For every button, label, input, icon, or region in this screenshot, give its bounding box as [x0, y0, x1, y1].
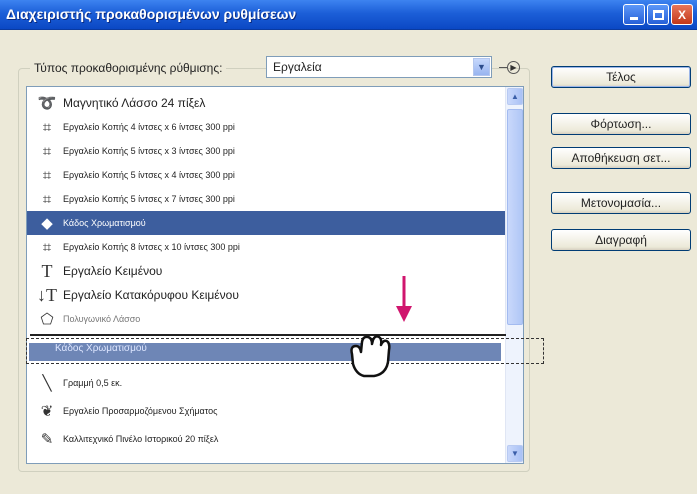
window-title: Διαχειριστής προκαθορισμένων ρυθμίσεων — [6, 6, 297, 22]
list-item[interactable]: ↓T Εργαλείο Κατακόρυφου Κειμένου — [27, 283, 505, 307]
drop-arrow-icon — [396, 276, 412, 322]
list-item-label: Εργαλείο Κατακόρυφου Κειμένου — [63, 288, 239, 302]
list-item[interactable]: ✎ Καλλιτεχνικό Πινέλο Ιστορικού 20 πίξελ — [27, 427, 505, 451]
art-history-brush-icon: ✎ — [40, 431, 54, 448]
list-item-label: Εργαλείο Κειμένου — [63, 264, 163, 278]
list-item-label: Εργαλείο Κοπής 4 ίντσες x 6 ίντσες 300 p… — [63, 122, 235, 132]
save-set-button[interactable]: Αποθήκευση σετ... — [551, 147, 691, 169]
list-item-label: Εργαλείο Κοπής 5 ίντσες x 7 ίντσες 300 p… — [63, 194, 235, 204]
list-item-label: Κάδος Χρωματισμού — [63, 218, 146, 228]
flyout-arrow-icon: ▶ — [507, 60, 520, 74]
magnetic-lasso-icon: ➰ — [37, 95, 57, 112]
crop-icon: ⌗ — [42, 118, 52, 136]
type-icon: T — [41, 260, 53, 281]
grab-hand-icon — [350, 335, 391, 378]
list-scrollbar[interactable]: ▲ ▼ — [505, 87, 523, 463]
list-item-label: Γραμμή 0,5 εκ. — [63, 378, 123, 388]
load-button[interactable]: Φόρτωση... — [551, 113, 691, 135]
list-item[interactable]: ➰ Μαγνητικό Λάσσο 24 πίξελ — [27, 91, 505, 115]
list-item[interactable]: ⌗ Εργαλείο Κοπής 4 ίντσες x 6 ίντσες 300… — [27, 115, 505, 139]
list-item[interactable]: ❦ Εργαλείο Προσαρμοζόμενου Σχήματος — [27, 399, 505, 423]
maximize-icon — [652, 9, 664, 20]
rename-button[interactable]: Μετονομασία... — [551, 192, 691, 214]
preset-type-select[interactable]: Εργαλεία ▼ — [266, 56, 492, 78]
maximize-button[interactable] — [647, 4, 669, 25]
list-item-label: Μαγνητικό Λάσσο 24 πίξελ — [63, 96, 206, 110]
flyout-line — [499, 66, 507, 68]
crop-icon: ⌗ — [42, 166, 52, 184]
list-item-selected[interactable]: ◆ Κάδος Χρωματισμού — [27, 211, 505, 235]
crop-icon: ⌗ — [42, 238, 52, 256]
delete-button[interactable]: Διαγραφή — [551, 229, 691, 251]
paint-bucket-icon: ◆ — [41, 215, 53, 232]
vertical-type-icon: ↓T — [37, 284, 57, 305]
minimize-button[interactable] — [623, 4, 645, 25]
preset-type-value: Εργαλεία — [273, 60, 322, 74]
minimize-icon — [630, 17, 638, 20]
list-item[interactable]: ⌗ Εργαλείο Κοπής 5 ίντσες x 4 ίντσες 300… — [27, 163, 505, 187]
title-bar[interactable]: Διαχειριστής προκαθορισμένων ρυθμίσεων X — [0, 0, 697, 30]
chevron-down-icon[interactable]: ▼ — [473, 58, 490, 76]
list-item[interactable]: ⌗ Εργαλείο Κοπής 5 ίντσες x 3 ίντσες 300… — [27, 139, 505, 163]
drop-indicator-line — [30, 334, 506, 336]
preset-type-label: Τύπος προκαθορισμένης ρύθμισης: — [30, 61, 227, 75]
line-icon: ╲ — [42, 375, 52, 392]
list-item[interactable]: ⬠ Πολυγωνικό Λάσσο — [27, 307, 505, 331]
crop-icon: ⌗ — [42, 142, 52, 160]
list-item-label: Εργαλείο Προσαρμοζόμενου Σχήματος — [63, 406, 218, 416]
list-item-label: Εργαλείο Κοπής 5 ίντσες x 3 ίντσες 300 p… — [63, 146, 235, 156]
list-item-label: Καλλιτεχνικό Πινέλο Ιστορικού 20 πίξελ — [63, 434, 219, 444]
polygonal-lasso-icon: ⬠ — [40, 311, 54, 328]
drag-ghost-label: Κάδος Χρωματισμού — [55, 343, 147, 354]
list-item[interactable]: ⌗ Εργαλείο Κοπής 8 ίντσες x 10 ίντσες 30… — [27, 235, 505, 259]
crop-icon: ⌗ — [42, 190, 52, 208]
scroll-thumb[interactable] — [507, 109, 523, 325]
scroll-down-icon[interactable]: ▼ — [507, 445, 523, 462]
list-item[interactable]: ╲ Γραμμή 0,5 εκ. — [27, 371, 505, 395]
list-item[interactable]: ⌗ Εργαλείο Κοπής 5 ίντσες x 7 ίντσες 300… — [27, 187, 505, 211]
preset-list[interactable]: ⌒ ➰ Μαγνητικό Λάσσο 24 πίξελ ⌗ Εργαλείο … — [26, 86, 524, 464]
drag-ghost: Κάδος Χρωματισμού — [26, 338, 544, 364]
list-item-label: Πολυγωνικό Λάσσο — [63, 314, 141, 324]
list-item-label: Εργαλείο Κοπής 8 ίντσες x 10 ίντσες 300 … — [63, 242, 240, 252]
done-button[interactable]: Τέλος — [551, 66, 691, 88]
list-item[interactable]: T Εργαλείο Κειμένου — [27, 259, 505, 283]
flyout-menu-button[interactable]: ▶ — [499, 60, 525, 74]
scroll-up-icon[interactable]: ▲ — [507, 88, 523, 105]
close-button[interactable]: X — [671, 4, 693, 25]
custom-shape-icon: ❦ — [40, 403, 54, 420]
list-item-label: Εργαλείο Κοπής 5 ίντσες x 4 ίντσες 300 p… — [63, 170, 235, 180]
